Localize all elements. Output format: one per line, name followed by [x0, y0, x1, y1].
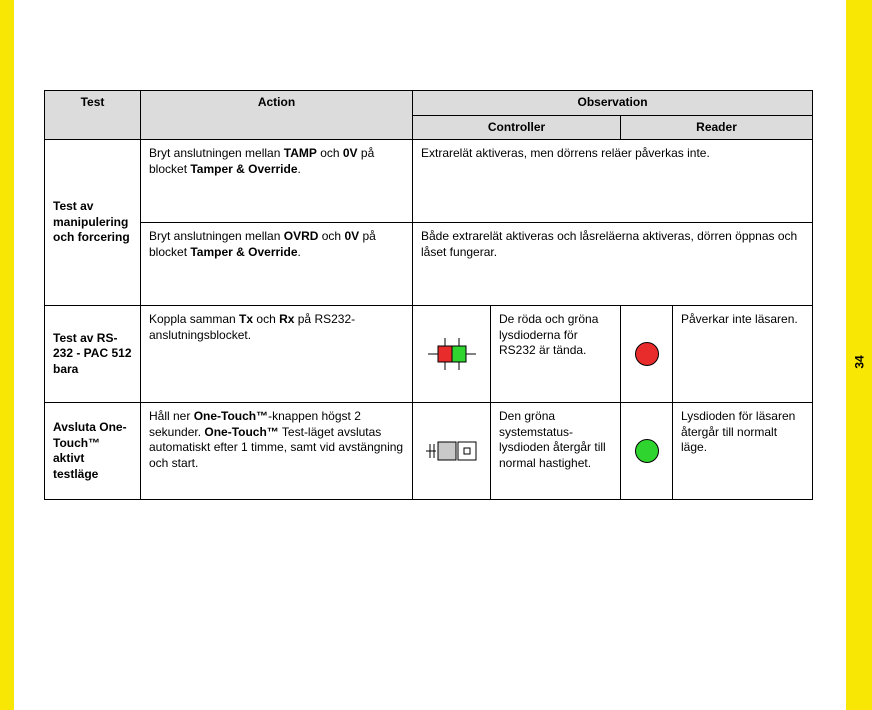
row-label-tamper: Test av manipulering och forcering: [45, 140, 141, 306]
bold-text: One-Touch™: [204, 425, 278, 439]
reader-text-cell: Påverkar inte läsaren.: [673, 306, 813, 403]
bold-text: TAMP: [284, 146, 317, 160]
action-cell: Bryt anslutningen mellan TAMP och 0V på …: [141, 140, 413, 223]
reader-text-cell: Lysdioden för läsaren återgår till norma…: [673, 403, 813, 500]
header-reader: Reader: [621, 115, 813, 140]
bold-text: Tx: [239, 312, 253, 326]
action-cell: Bryt anslutningen mellan OVRD och 0V på …: [141, 223, 413, 306]
text: .: [298, 162, 301, 176]
left-yellow-strip: [0, 0, 14, 710]
bold-text: 0V: [343, 146, 358, 160]
page: 34 Test Action Observation Controller Re…: [0, 0, 872, 710]
header-controller: Controller: [413, 115, 621, 140]
red-led-icon: [635, 342, 659, 366]
header-action: Action: [141, 91, 413, 140]
text: och: [318, 229, 344, 243]
observation-cell: Både extrarelät aktiveras och låsreläern…: [413, 223, 813, 306]
action-cell: Håll ner One-Touch™-knappen högst 2 seku…: [141, 403, 413, 500]
bold-text: Tamper & Override: [190, 162, 297, 176]
test-table: Test Action Observation Controller Reade…: [44, 90, 813, 500]
controller-icon-cell: [413, 403, 491, 500]
reader-icon-cell: [621, 403, 673, 500]
text: och: [253, 312, 279, 326]
header-observation: Observation: [413, 91, 813, 116]
bold-text: Rx: [279, 312, 294, 326]
table-row: Test av RS-232 - PAC 512 bara Koppla sam…: [45, 306, 813, 403]
row-label-rs232: Test av RS-232 - PAC 512 bara: [45, 306, 141, 403]
text: Koppla samman: [149, 312, 239, 326]
bold-text: OVRD: [284, 229, 319, 243]
text: .: [298, 245, 301, 259]
header-row-1: Test Action Observation: [45, 91, 813, 116]
row-label-onetouch: Avsluta One-Touch™ aktivt testläge: [45, 403, 141, 500]
status-button-icon: [424, 436, 480, 466]
text: Håll ner: [149, 409, 194, 423]
bold-text: Tamper & Override: [190, 245, 297, 259]
header-test: Test: [45, 91, 141, 140]
text: Bryt anslutningen mellan: [149, 146, 284, 160]
controller-text-cell: De röda och gröna lysdioderna för RS232 …: [491, 306, 621, 403]
page-number: 34: [852, 355, 866, 368]
reader-icon-cell: [621, 306, 673, 403]
action-cell: Koppla samman Tx och Rx på RS232-anslutn…: [141, 306, 413, 403]
table-row: Bryt anslutningen mellan OVRD och 0V på …: [45, 223, 813, 306]
content-area: Test Action Observation Controller Reade…: [44, 90, 812, 500]
bold-text: One-Touch™: [194, 409, 268, 423]
table-row: Avsluta One-Touch™ aktivt testläge Håll …: [45, 403, 813, 500]
controller-text-cell: Den gröna systemstatus-lysdioden återgår…: [491, 403, 621, 500]
text: och: [317, 146, 343, 160]
table-row: Test av manipulering och forcering Bryt …: [45, 140, 813, 223]
text: Bryt anslutningen mellan: [149, 229, 284, 243]
green-led-icon: [635, 439, 659, 463]
controller-icon-cell: [413, 306, 491, 403]
bold-text: 0V: [344, 229, 359, 243]
observation-cell: Extrarelät aktiveras, men dörrens reläer…: [413, 140, 813, 223]
red-green-block-icon: [424, 336, 480, 372]
